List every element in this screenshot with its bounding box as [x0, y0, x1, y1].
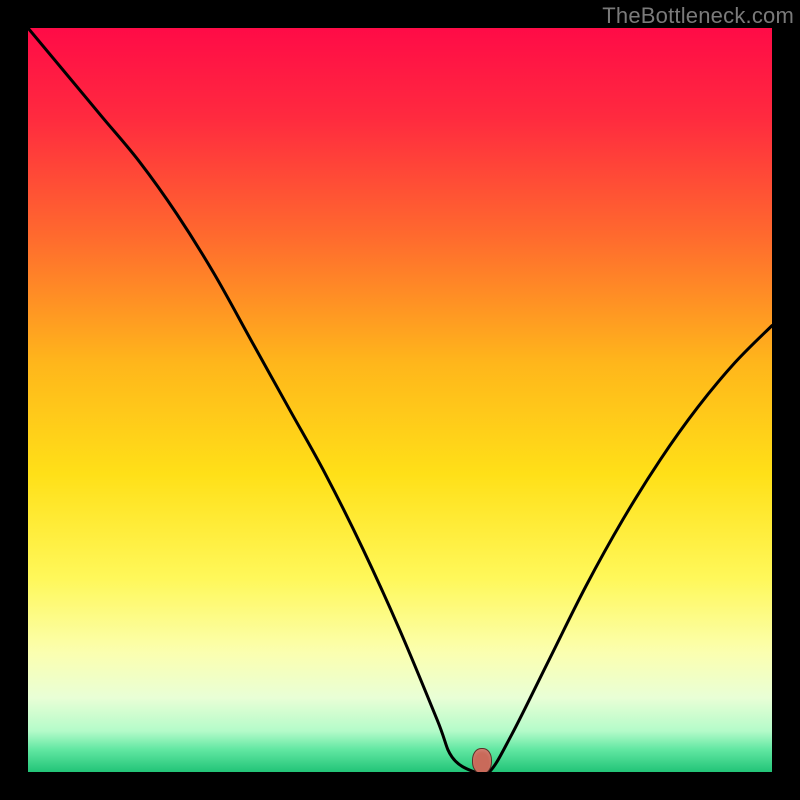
- watermark-text: TheBottleneck.com: [602, 3, 794, 29]
- chart-frame: TheBottleneck.com: [0, 0, 800, 800]
- plot-area: [28, 28, 772, 772]
- gradient-background: [28, 28, 772, 772]
- optimal-point-marker: [472, 748, 492, 772]
